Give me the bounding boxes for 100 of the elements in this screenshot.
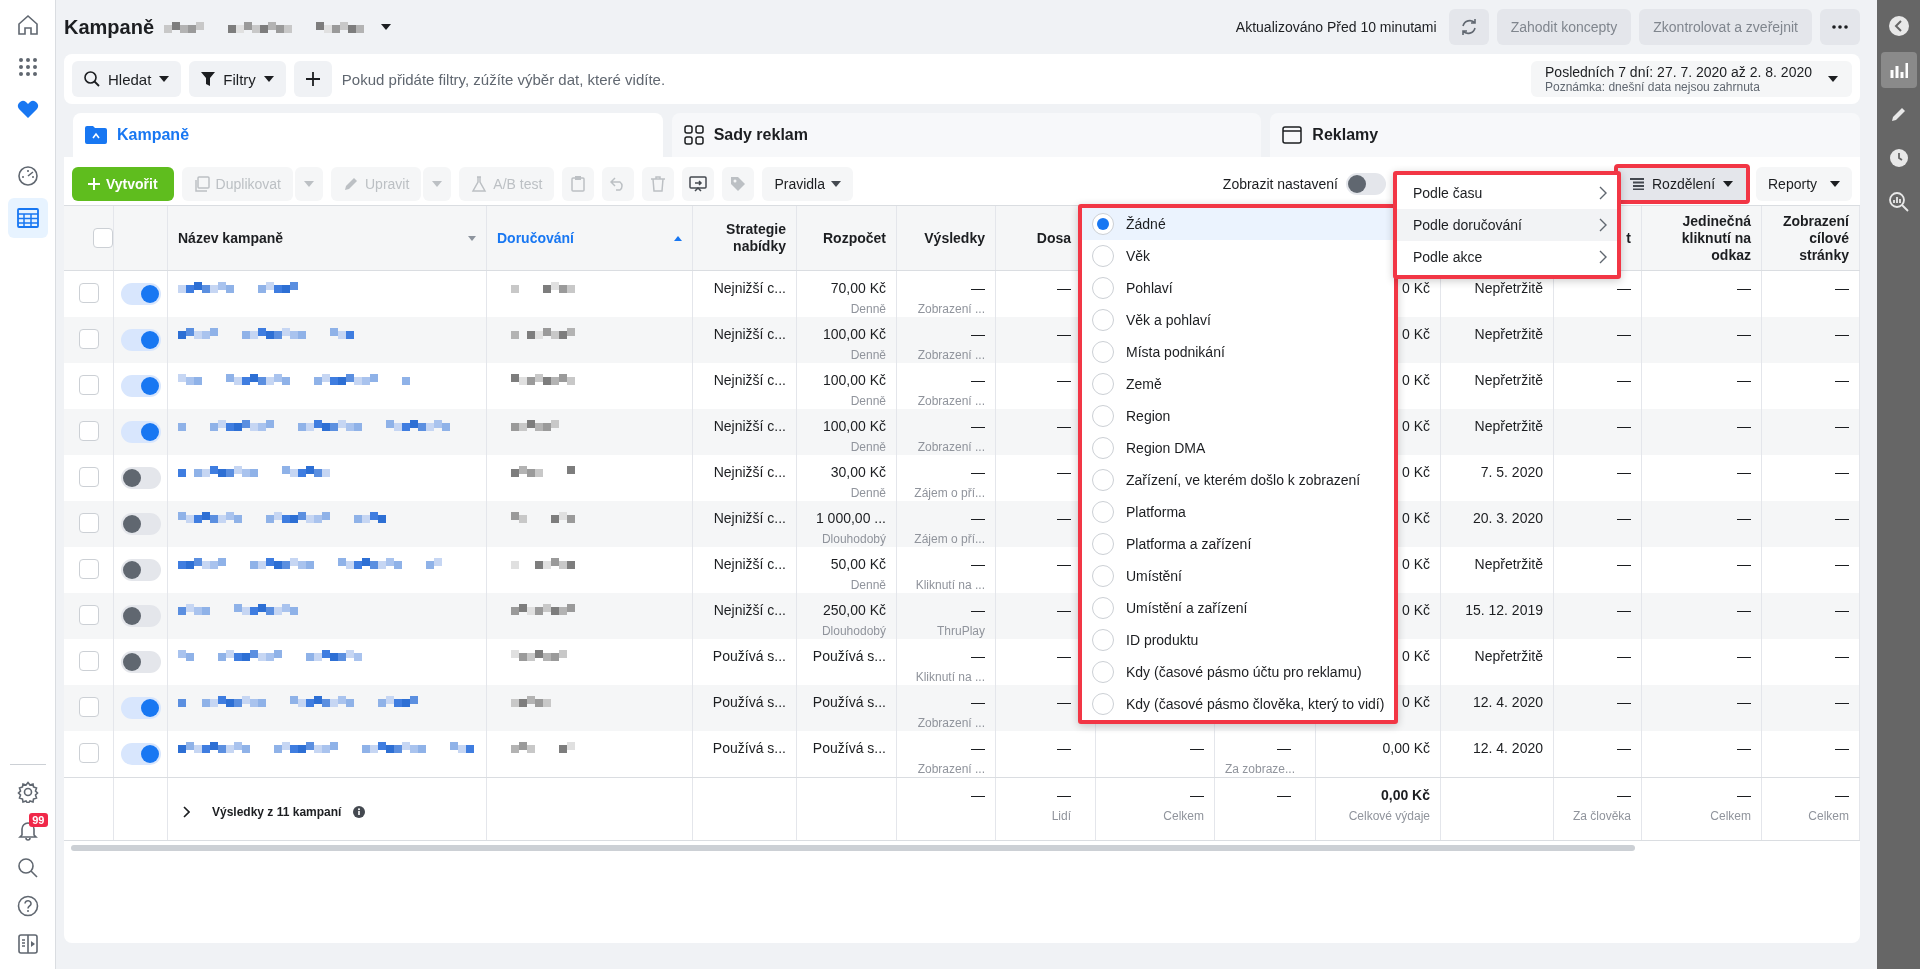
table-cell: Používá s...: [712, 740, 786, 756]
radio-button[interactable]: [1092, 533, 1114, 555]
checkbox[interactable]: [78, 467, 99, 487]
toggle-switch[interactable]: [120, 605, 161, 627]
column-header[interactable]: Zobrazení cílové stránky: [1772, 212, 1849, 264]
radio-button[interactable]: [1092, 277, 1114, 299]
menu-item[interactable]: Platforma: [1082, 496, 1394, 528]
menu-item[interactable]: Věk a pohlaví: [1082, 304, 1394, 336]
search-button[interactable]: Hledat: [72, 61, 182, 97]
radio-button[interactable]: [1092, 437, 1114, 459]
rules-dropdown[interactable]: Pravidla: [762, 167, 853, 201]
menu-item[interactable]: Umístění: [1082, 560, 1394, 592]
toggle-switch[interactable]: [120, 651, 161, 673]
menu-item[interactable]: Země: [1082, 368, 1394, 400]
table-cell: 0 Kč: [1402, 372, 1430, 388]
menu-item[interactable]: Platforma a zařízení: [1082, 528, 1394, 560]
radio-button[interactable]: [1092, 565, 1114, 587]
checkbox[interactable]: [78, 513, 99, 533]
menu-item[interactable]: Podle doručování: [1397, 209, 1617, 241]
column-header[interactable]: Rozpočet: [823, 229, 886, 247]
radio-button[interactable]: [1092, 341, 1114, 363]
toggle-switch[interactable]: [120, 697, 161, 719]
checkbox[interactable]: [78, 375, 99, 395]
add-filter-button[interactable]: [293, 61, 332, 97]
scrollbar[interactable]: [71, 845, 1635, 851]
toggle-switch[interactable]: [120, 329, 161, 351]
column-header[interactable]: Dosa: [1036, 229, 1071, 247]
checkbox[interactable]: [93, 228, 113, 248]
column-header[interactable]: Strategie nabídky: [703, 221, 786, 255]
menu-item[interactable]: Kdy (časové pásmo účtu pro reklamu): [1082, 656, 1394, 688]
radio-button[interactable]: [1092, 501, 1114, 523]
toggle-switch[interactable]: [1346, 173, 1386, 195]
menu-item[interactable]: Kdy (časové pásmo člověka, který to vidí): [1082, 688, 1394, 720]
toggle-switch[interactable]: [120, 421, 161, 443]
table-cell: —: [1057, 418, 1071, 434]
radio-button[interactable]: [1092, 213, 1114, 235]
column-header[interactable]: Doručování: [497, 229, 574, 247]
toggle-switch[interactable]: [120, 283, 161, 305]
column-header[interactable]: Jedinečná kliknutí na odkaz: [1652, 212, 1751, 264]
menu-item[interactable]: Místa podnikání: [1082, 336, 1394, 368]
side-panel-button[interactable]: [1880, 52, 1917, 88]
chevron-right-icon: [1599, 186, 1607, 200]
tab[interactable]: Sady reklam: [671, 113, 1262, 157]
table-cell: 0 Kč: [1402, 694, 1430, 710]
pixelated-text: [511, 374, 575, 385]
cell-caption: Kliknutí na ...: [915, 578, 985, 592]
radio-button[interactable]: [1092, 661, 1114, 683]
cell-caption: Celkem: [1163, 809, 1204, 823]
radio-button[interactable]: [1092, 469, 1114, 491]
radio-button[interactable]: [1092, 373, 1114, 395]
column-header[interactable]: Název kampaně: [178, 229, 284, 247]
checkbox[interactable]: [78, 559, 99, 579]
more-button[interactable]: [1820, 9, 1860, 45]
page-title: Kampaně: [64, 15, 155, 39]
menu-item[interactable]: Žádné: [1082, 208, 1394, 240]
checkbox[interactable]: [78, 697, 99, 717]
nav-button[interactable]: 99: [7, 812, 48, 848]
checkbox[interactable]: [78, 421, 99, 441]
menu-item[interactable]: Region: [1082, 400, 1394, 432]
checkbox[interactable]: [78, 743, 99, 763]
toggle-switch[interactable]: [120, 513, 161, 535]
checkbox[interactable]: [78, 605, 99, 625]
reports-dropdown[interactable]: Reporty: [1756, 167, 1852, 201]
radio-button[interactable]: [1092, 405, 1114, 427]
more-icon: [1832, 25, 1848, 29]
menu-item[interactable]: Pohlaví: [1082, 272, 1394, 304]
checkbox[interactable]: [78, 651, 99, 671]
tab[interactable]: Kampaně: [73, 113, 663, 157]
column-header[interactable]: t: [1626, 229, 1631, 247]
checkbox[interactable]: [78, 283, 99, 303]
radio-button[interactable]: [1092, 629, 1114, 651]
radio-button[interactable]: [1092, 309, 1114, 331]
tab[interactable]: Reklamy: [1270, 113, 1860, 157]
toggle-switch[interactable]: [120, 375, 161, 397]
radio-button[interactable]: [1092, 597, 1114, 619]
filters-button[interactable]: Filtry: [189, 61, 286, 97]
filter-bar[interactable]: Hledat Filtry Pokud přidáte filtry, zúžíte výběr dat, které vidíte. Posledních 7 dní: 27. 7. 2020 až 2. 8. 2020 Poznámka: dnešní data nejsou zahrnuta: [64, 54, 1860, 104]
menu-item[interactable]: ID produktu: [1082, 624, 1394, 656]
column-header[interactable]: Výsledky: [924, 229, 985, 247]
flask-icon: [471, 176, 488, 192]
table-cell: 100,00 Kč: [822, 326, 886, 342]
menu-item[interactable]: Region DMA: [1082, 432, 1394, 464]
filter-field[interactable]: Pokud přidáte filtry, zúžíte výběr dat, které vidíte.: [339, 61, 1523, 97]
breakdown-dropdown[interactable]: Rozdělení: [1614, 164, 1750, 204]
checkbox[interactable]: [78, 329, 99, 349]
menu-item[interactable]: Zařízení, ve kterém došlo k zobrazení: [1082, 464, 1394, 496]
toggle-switch[interactable]: [120, 743, 161, 765]
nav-button[interactable]: [7, 198, 48, 238]
menu-item[interactable]: Podle času: [1397, 177, 1617, 209]
refresh-button[interactable]: [1448, 9, 1489, 45]
menu-item[interactable]: Podle akce: [1397, 241, 1617, 273]
toggle-switch[interactable]: [120, 559, 161, 581]
menu-item[interactable]: Umístění a zařízení: [1082, 592, 1394, 624]
icon-button[interactable]: [682, 167, 715, 201]
dropdown-button[interactable]: [295, 167, 323, 201]
radio-button[interactable]: [1092, 693, 1114, 715]
dropdown-button[interactable]: [423, 167, 452, 201]
toggle-switch[interactable]: [120, 467, 161, 489]
date-range-picker[interactable]: Posledních 7 dní: 27. 7. 2020 až 2. 8. 2020 Poznámka: dnešní data nejsou zahrnuta: [1531, 61, 1852, 97]
radio-button[interactable]: [1092, 245, 1114, 267]
